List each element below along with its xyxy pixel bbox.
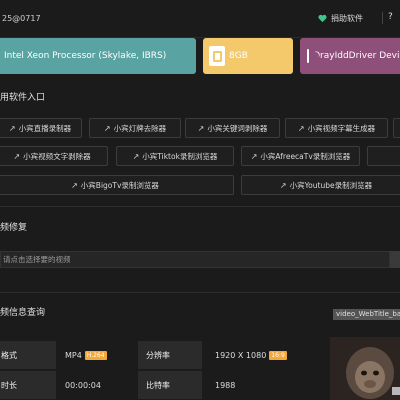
resolution-key: 分辨率: [138, 341, 202, 369]
duration-key: 时长: [0, 371, 56, 399]
external-link-icon: ↗: [103, 123, 111, 133]
tools-section-title: 用软件入口: [0, 93, 46, 103]
format-value: MP4 H.264: [65, 341, 107, 369]
tool-button-subtitle-generator[interactable]: ↗ 小宾视频字幕生成器: [285, 118, 388, 138]
external-link-icon: ↗: [197, 123, 205, 133]
info-row: 时长 00:00:04 比特率 1988: [0, 371, 318, 399]
external-link-icon: ↗: [132, 151, 140, 161]
format-text: MP4: [65, 350, 82, 360]
divider: [0, 292, 400, 293]
tool-button-afreecatv-browser[interactable]: ↗ 小宾AfreecaTv录制浏览器: [241, 146, 360, 166]
cpu-label: Intel Xeon Processor (Skylake, IBRS): [4, 51, 167, 61]
tool-button-live-recorder[interactable]: ↗ 小宾直播录制器: [0, 118, 82, 138]
divider: [0, 206, 400, 207]
aspect-tag: 16:9: [269, 350, 287, 360]
tool-button-label: 小宾灯牌去除器: [113, 123, 167, 133]
external-link-icon: ↗: [8, 123, 16, 133]
tool-button-label: 小宾直播录制器: [18, 123, 72, 133]
gpu-label: OrayIddDriver Device: [312, 51, 400, 61]
external-link-icon: ↗: [71, 180, 78, 190]
ram-label: 8GB: [229, 51, 248, 61]
donate-label: 捐助软件: [331, 14, 363, 23]
video-thumbnail: [330, 337, 400, 400]
repair-section-title: 频修复: [0, 223, 28, 233]
bitrate-value: 1988: [215, 380, 236, 390]
tool-button-youtube-browser[interactable]: ↗ 小宾Youtube录制浏览器: [241, 175, 400, 195]
tool-button-label: 小宾AfreecaTv录制浏览器: [260, 151, 351, 161]
version-text: 25@0717: [2, 14, 41, 23]
tool-button-label: 小宾Youtube录制浏览器: [289, 180, 373, 190]
gpu-card: OrayIddDriver Device: [300, 38, 400, 74]
tool-button-more-2[interactable]: [367, 146, 400, 166]
top-bar: 25@0717 捐助软件 ?: [0, 0, 400, 38]
separator: [382, 12, 383, 24]
external-link-icon: ↗: [13, 151, 21, 161]
tool-button-label: 小宾关键词剥除器: [207, 123, 268, 133]
cpu-card: Intel Xeon Processor (Skylake, IBRS): [0, 38, 196, 74]
info-row: 格式 MP4 H.264 分辨率 1920 X 1080 16:9: [0, 341, 318, 369]
info-section-title: 频信息查询: [0, 308, 46, 318]
duration-value: 00:00:04: [65, 380, 101, 390]
codec-tag: H.264: [84, 350, 107, 360]
bitrate-key: 比特率: [138, 371, 202, 399]
external-link-icon: ↗: [250, 151, 258, 161]
browse-button[interactable]: [390, 251, 400, 268]
tool-button-tiktok-browser[interactable]: ↗ 小宾Tiktok录制浏览器: [116, 146, 234, 166]
tool-button-label: 小宾视频字幕生成器: [307, 123, 376, 133]
resolution-value: 1920 X 1080 16:9: [215, 341, 287, 369]
memory-icon: [209, 46, 225, 66]
external-link-icon: ↗: [279, 180, 287, 190]
video-file-input[interactable]: 请点击选择要的视频: [0, 251, 390, 268]
tool-button-text-remover[interactable]: ↗ 小宾视频文字剥除器: [0, 146, 108, 166]
tool-button-label: 小宾视频文字剥除器: [23, 151, 91, 161]
gpu-icon: [307, 49, 319, 63]
tool-button-bigotv-browser[interactable]: ↗ 小宾BigoTv录制浏览器: [0, 175, 234, 195]
resolution-text: 1920 X 1080: [215, 350, 267, 360]
tool-button-more[interactable]: [393, 118, 400, 138]
tool-button-light-remover[interactable]: ↗ 小宾灯牌去除器: [89, 118, 181, 138]
heart-icon: [318, 14, 327, 23]
tool-button-label: 小宾BigoTv录制浏览器: [80, 180, 159, 190]
tool-button-keyword-remover[interactable]: ↗ 小宾关键词剥除器: [185, 118, 280, 138]
format-key: 格式: [0, 341, 56, 369]
ram-card: 8GB: [203, 38, 293, 74]
external-link-icon: ↗: [297, 123, 305, 133]
help-button[interactable]: ?: [388, 12, 393, 22]
video-title-label: video_WebTitle_ba: [333, 309, 400, 320]
monkey-image: [330, 337, 400, 400]
donate-button[interactable]: 捐助软件: [318, 13, 363, 24]
tool-button-label: 小宾Tiktok录制浏览器: [142, 151, 218, 161]
file-input-placeholder: 请点击选择要的视频: [3, 255, 71, 264]
